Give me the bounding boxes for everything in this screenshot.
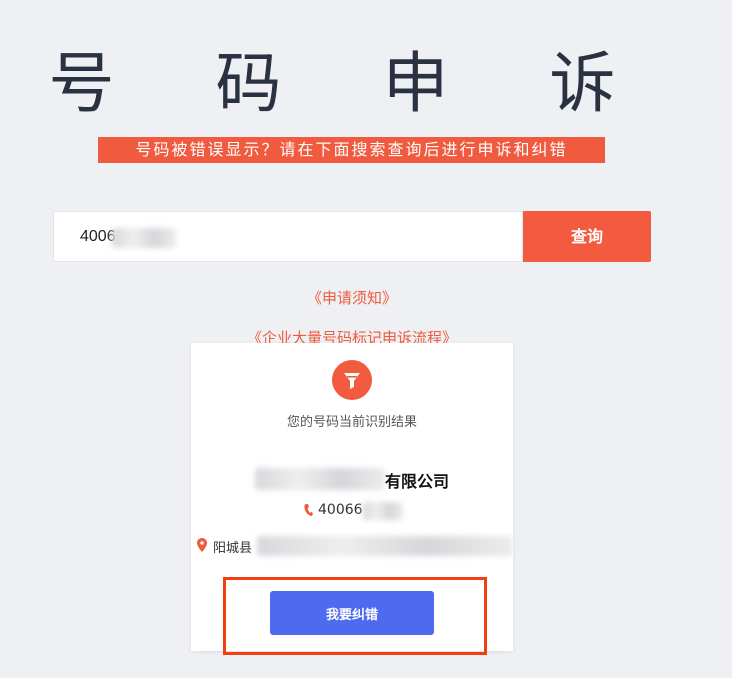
page-subtitle-banner: 号码被错误显示？请在下面搜索查询后进行申诉和纠错: [98, 137, 605, 163]
redacted-number-blur: [112, 228, 176, 248]
page-title: 号 码 申 诉: [48, 45, 656, 122]
report-correction-button[interactable]: 我要纠错: [270, 591, 434, 635]
location-pin-icon: [197, 538, 207, 556]
redacted-address-blur: [257, 536, 513, 556]
company-suffix: 有限公司: [385, 472, 450, 491]
result-caption: 您的号码当前识别结果: [286, 415, 417, 430]
redacted-company-blur: [255, 468, 385, 490]
search-button[interactable]: 查询: [523, 211, 651, 262]
phone-icon: [303, 503, 313, 521]
result-card: 您的号码当前识别结果 有限公司 40066 阳城县 我要纠错: [191, 343, 513, 651]
filter-icon: [332, 360, 372, 400]
notice-link[interactable]: 《申请须知》: [0, 287, 704, 308]
phone-row: 40066: [191, 501, 513, 521]
phone-number: 40066: [318, 502, 363, 518]
company-name: 有限公司: [191, 468, 513, 491]
address-text: 阳城县: [213, 541, 253, 556]
address-row: 阳城县: [191, 536, 513, 556]
search-box: [53, 211, 523, 262]
redacted-phone-blur: [363, 502, 403, 520]
